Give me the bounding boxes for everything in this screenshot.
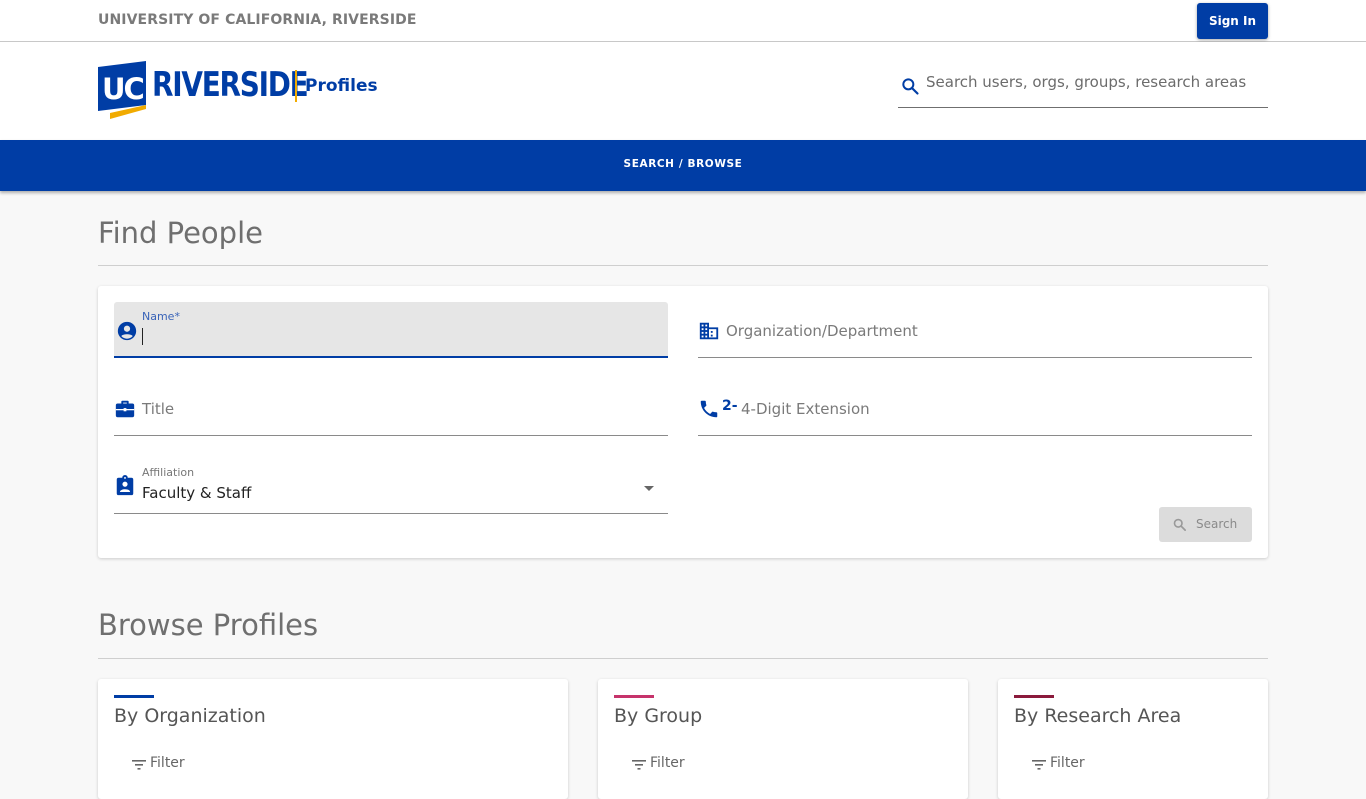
title-field-placeholder: Title	[142, 400, 175, 418]
text-cursor	[142, 328, 143, 345]
extension-prefix: 2-	[722, 398, 738, 414]
extension-field-placeholder: 4-Digit Extension	[741, 400, 870, 418]
find-people-search-button[interactable]: Search	[1159, 507, 1252, 542]
browse-card-title: By Group	[614, 705, 703, 727]
organization-field-underline	[698, 357, 1252, 358]
browse-card-research-area: By Research Area Filter	[998, 679, 1268, 799]
affiliation-label: Affiliation	[142, 466, 195, 479]
site-header: UC RIVERSIDE Profiles	[0, 42, 1366, 140]
browse-card-filter-input[interactable]: Filter	[1050, 755, 1085, 771]
uc-logo-text: UC	[102, 72, 144, 106]
affiliation-select[interactable]: Affiliation Faculty & Staff	[114, 458, 668, 514]
organization-field[interactable]: Organization/Department	[698, 302, 1252, 358]
filter-icon	[632, 760, 646, 770]
affiliation-underline	[114, 513, 668, 514]
browse-card-accent	[614, 695, 654, 698]
uc-logo-mark: UC	[98, 61, 146, 119]
browse-card-group: By Group Filter	[598, 679, 968, 799]
affiliation-value: Faculty & Staff	[142, 484, 252, 502]
logo-divider	[295, 70, 297, 102]
top-utility-bar: UNIVERSITY OF CALIFORNIA, RIVERSIDE Sign…	[0, 0, 1366, 42]
account-circle-icon	[117, 321, 137, 341]
browse-profiles-divider	[98, 658, 1268, 659]
domain-icon	[699, 322, 719, 340]
organization-field-placeholder: Organization/Department	[726, 322, 918, 340]
title-field-underline	[114, 435, 668, 436]
browse-card-filter-input[interactable]: Filter	[650, 755, 685, 771]
extension-field[interactable]: 2- 4-Digit Extension	[698, 380, 1252, 436]
filter-icon	[1032, 760, 1046, 770]
header-search-input[interactable]	[926, 68, 1261, 96]
logo-profiles-text: Profiles	[305, 76, 378, 96]
browse-card-organization: By Organization Filter	[98, 679, 568, 799]
browse-card-accent	[114, 695, 154, 698]
title-field[interactable]: Title	[114, 380, 668, 436]
filter-icon	[132, 760, 146, 770]
find-people-title: Find People	[98, 216, 263, 250]
find-people-divider	[98, 265, 1268, 266]
uc-riverside-profiles-logo[interactable]: UC RIVERSIDE Profiles	[98, 61, 388, 119]
header-search	[898, 64, 1268, 108]
search-icon	[902, 78, 919, 95]
extension-field-underline	[698, 435, 1252, 436]
search-icon	[1173, 518, 1186, 531]
browse-card-title: By Organization	[114, 705, 266, 727]
browse-card-title: By Research Area	[1014, 705, 1182, 727]
name-field[interactable]: Name*	[114, 302, 668, 358]
briefcase-icon	[115, 400, 135, 418]
phone-icon	[700, 400, 718, 418]
logo-riverside-text: RIVERSIDE	[152, 65, 309, 105]
nav-search-browse-link[interactable]: SEARCH / BROWSE	[0, 158, 1366, 170]
sign-in-button[interactable]: Sign In	[1197, 3, 1268, 39]
name-field-underline	[114, 356, 668, 358]
browse-card-filter-input[interactable]: Filter	[150, 755, 185, 771]
name-field-label: Name*	[142, 310, 180, 323]
badge-icon	[116, 475, 134, 496]
search-button-label: Search	[1196, 517, 1238, 531]
university-name[interactable]: UNIVERSITY OF CALIFORNIA, RIVERSIDE	[98, 12, 417, 28]
browse-card-accent	[1014, 695, 1054, 698]
browse-profiles-title: Browse Profiles	[98, 608, 319, 642]
dropdown-arrow-icon[interactable]	[644, 486, 654, 491]
main-nav-bar: SEARCH / BROWSE	[0, 140, 1366, 191]
